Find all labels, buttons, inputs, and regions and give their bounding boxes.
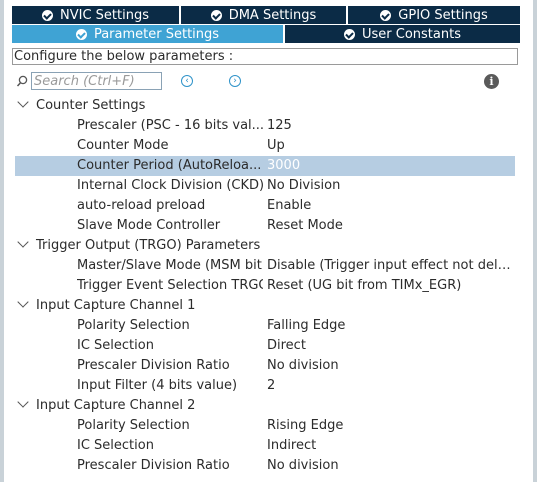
param-value: Reset (UG bit from TIMx_EGR)	[267, 278, 462, 293]
check-icon	[210, 9, 222, 21]
param-value: Rising Edge	[267, 418, 344, 433]
chevron-right-icon[interactable]: ›	[229, 75, 241, 87]
param-value: No Division	[267, 178, 341, 193]
chevron-down-icon	[17, 396, 29, 408]
group-trigger-output[interactable]: Trigger Output (TRGO) Parameters	[16, 236, 516, 256]
param-name: Polarity Selection	[77, 318, 190, 333]
param-row-selected[interactable]: Counter Period (AutoReloa... 3000	[15, 156, 515, 176]
search-input[interactable]	[31, 72, 162, 90]
param-name: Trigger Event Selection TRGO	[77, 278, 263, 293]
param-name: Master/Slave Mode (MSM bit)	[77, 258, 263, 273]
check-icon	[42, 9, 53, 21]
configure-parameters-label: Configure the below parameters :	[12, 48, 518, 65]
param-row[interactable]: IC Selection Direct	[15, 336, 515, 356]
param-name: IC Selection	[77, 338, 154, 353]
group-title: Input Capture Channel 1	[36, 298, 196, 313]
param-name: Counter Mode	[77, 138, 169, 153]
check-icon	[380, 9, 392, 21]
param-row[interactable]: Prescaler (PSC - 16 bits val... 125	[15, 116, 515, 136]
param-name: Slave Mode Controller	[77, 218, 221, 233]
tab-nvic-settings[interactable]: NVIC Settings	[12, 6, 181, 24]
chevron-down-icon	[17, 296, 29, 308]
param-value: 2	[267, 378, 276, 393]
settings-tabs-bottom: Parameter Settings User Constants	[12, 25, 520, 43]
param-name: Internal Clock Division (CKD)	[77, 178, 263, 193]
tab-user-constants[interactable]: User Constants	[285, 25, 520, 43]
info-icon[interactable]: i	[484, 74, 499, 89]
group-title: Trigger Output (TRGO) Parameters	[36, 238, 261, 253]
group-input-capture-2[interactable]: Input Capture Channel 2	[16, 396, 516, 416]
param-name: Prescaler Division Ratio	[77, 358, 230, 373]
param-name: auto-reload preload	[77, 198, 206, 213]
param-row[interactable]: Prescaler Division Ratio No division	[15, 456, 515, 476]
param-value: Disable (Trigger input effect not dela..…	[267, 258, 513, 273]
check-icon	[344, 28, 355, 40]
param-row[interactable]: auto-reload preload Enable	[15, 196, 515, 216]
window-frame-left	[0, 0, 4, 482]
tab-dma-settings[interactable]: DMA Settings	[181, 6, 348, 24]
check-icon	[75, 28, 87, 40]
param-value: Enable	[267, 198, 312, 213]
window-frame-right	[533, 0, 537, 482]
param-value: Direct	[267, 338, 306, 353]
param-value: No division	[267, 458, 339, 473]
settings-tabs-top: NVIC Settings DMA Settings GPIO Settings	[12, 6, 520, 24]
param-name: Counter Period (AutoReloa...	[77, 158, 262, 173]
tab-parameter-settings[interactable]: Parameter Settings	[12, 25, 285, 43]
param-row[interactable]: Slave Mode Controller Reset Mode	[15, 216, 515, 236]
tab-label: DMA Settings	[228, 7, 317, 23]
param-value: No division	[267, 358, 339, 373]
param-row[interactable]: Input Filter (4 bits value) 2	[15, 376, 515, 396]
group-title: Counter Settings	[36, 98, 146, 113]
chevron-down-icon	[17, 96, 29, 108]
param-row[interactable]: Polarity Selection Falling Edge	[15, 316, 515, 336]
param-value: Reset Mode	[267, 218, 343, 233]
param-value: 125	[267, 118, 292, 133]
param-row[interactable]: Polarity Selection Rising Edge	[15, 416, 515, 436]
tab-label: Parameter Settings	[93, 26, 220, 42]
param-name: Prescaler Division Ratio	[77, 458, 230, 473]
param-name: Prescaler (PSC - 16 bits val...	[77, 118, 263, 133]
param-row[interactable]: Prescaler Division Ratio No division	[15, 356, 515, 376]
tab-gpio-settings[interactable]: GPIO Settings	[348, 6, 520, 24]
group-counter-settings[interactable]: Counter Settings	[16, 96, 516, 116]
group-title: Input Capture Channel 2	[36, 398, 196, 413]
param-row[interactable]: Internal Clock Division (CKD) No Divisio…	[15, 176, 515, 196]
param-name: Polarity Selection	[77, 418, 190, 433]
param-value: Up	[267, 138, 285, 153]
param-row[interactable]: IC Selection Indirect	[15, 436, 515, 456]
param-value[interactable]: 3000	[267, 156, 513, 176]
param-value: Falling Edge	[267, 318, 346, 333]
param-value: Indirect	[267, 438, 317, 453]
param-name: IC Selection	[77, 438, 154, 453]
chevron-down-icon	[17, 236, 29, 248]
param-row[interactable]: Trigger Event Selection TRGO Reset (UG b…	[15, 276, 515, 296]
chevron-left-icon[interactable]: ‹	[181, 75, 193, 87]
param-row[interactable]: Master/Slave Mode (MSM bit) Disable (Tri…	[15, 256, 515, 276]
param-row[interactable]: Counter Mode Up	[15, 136, 515, 156]
param-name: Input Filter (4 bits value)	[77, 378, 238, 393]
tab-label: GPIO Settings	[398, 7, 488, 23]
group-input-capture-1[interactable]: Input Capture Channel 1	[16, 296, 516, 316]
tab-label: NVIC Settings	[60, 7, 149, 23]
search-icon	[16, 75, 28, 87]
tab-label: User Constants	[362, 26, 461, 42]
